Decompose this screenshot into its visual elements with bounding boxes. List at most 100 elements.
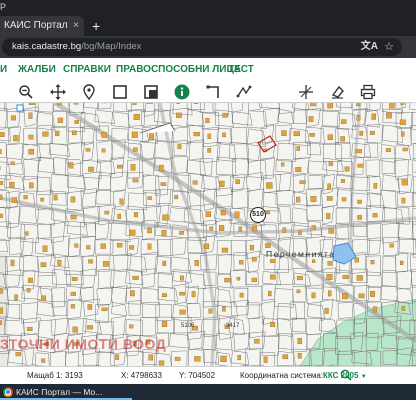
window-titlebar: P [0,0,416,14]
parcel-outline [396,270,413,290]
parcel-outline [65,351,80,366]
parcel-outline [36,301,55,317]
building-footprint [269,274,276,280]
building-footprint [174,194,179,200]
parcel-outline [214,288,232,308]
address-bar[interactable]: kais.cadastre.bg/bg/Map/Index 文A ☆ [2,38,402,56]
building-footprint [194,356,201,362]
pan-icon[interactable] [50,84,66,100]
eraser-icon[interactable] [329,84,345,100]
building-footprint [356,115,361,121]
building-footprint [68,162,74,169]
parcel-outline [231,126,248,145]
parcel-outline [127,351,144,366]
parcel-outline [306,204,323,221]
building-footprint [402,147,408,152]
parcel-outline [199,158,213,176]
cadastral-map[interactable]: 510 Перчемнията 5106 3417 ЗТОЧНИ ИМОТИ В… [0,103,416,366]
draw-line-icon[interactable] [236,84,252,100]
parcel-outline [111,302,128,317]
parcel-outline [155,304,172,322]
parcel-outline [366,271,382,288]
building-footprint [71,277,78,281]
building-footprint [40,262,47,268]
parcel-outline [50,351,67,366]
map-canvas[interactable] [0,103,416,366]
parcel-outline [111,111,130,128]
crs-label: Координатна система: [240,371,324,380]
building-footprint [236,276,241,281]
building-footprint [130,164,136,171]
building-footprint [133,212,139,218]
parcel-outline [141,268,156,288]
parcel-outline [277,205,292,223]
print-icon[interactable] [360,84,376,100]
bookmark-star-icon[interactable]: ☆ [384,38,394,56]
parcel-outline [274,256,289,273]
building-footprint [281,130,287,136]
building-footprint [101,131,107,138]
cut-icon[interactable] [298,84,314,100]
new-tab-button[interactable]: + [92,16,100,36]
building-footprint [103,261,109,267]
building-footprint [341,197,347,202]
building-footprint [293,131,300,137]
building-footprint [297,353,302,359]
building-footprint [219,180,225,187]
nav-item-references[interactable]: СПРАВКИ [63,58,111,82]
parcel-outline [337,302,354,319]
parcel-outline [411,112,416,130]
building-footprint [10,161,15,166]
x-label: X: [121,371,129,380]
building-footprint [342,293,349,300]
building-footprint [162,214,169,221]
close-tab-icon[interactable]: × [73,16,79,36]
location-pin-icon[interactable] [81,84,97,100]
building-footprint [239,260,244,265]
nav-item-truncated[interactable]: И [0,58,7,82]
nav-item-test[interactable]: ТЕСТ [228,58,254,82]
parcel-outline [259,141,276,161]
map-status-bar: Мащаб 1: 3193 X: 4798633 Y: 704502 Коорд… [0,366,416,385]
building-footprint [177,144,182,150]
map-marker[interactable] [16,104,24,112]
parcel-outline [157,272,174,289]
building-footprint [399,119,406,125]
translate-icon[interactable]: 文A [361,38,378,56]
os-taskbar: КАИС Портал — Мо... [0,384,416,400]
parcel-outline [82,255,97,276]
building-footprint [129,229,136,236]
browser-tab[interactable]: КАИС Портал × [0,16,84,36]
building-footprint [41,358,46,363]
info-icon[interactable] [174,84,190,100]
nav-item-licensed-persons[interactable]: ПРАВОСПОСОБНИ ЛИЦА [116,58,241,82]
zoom-out-icon[interactable] [18,84,34,100]
building-footprint [328,228,335,234]
parcel-outline [186,159,206,176]
building-footprint [208,308,213,314]
tab-title: КАИС Портал [4,20,68,31]
building-footprint [15,352,21,357]
select-rectangle-icon[interactable] [112,84,128,100]
parcel-outline [37,157,55,173]
building-footprint [265,243,271,248]
nav-item-complaints[interactable]: ЖАЛБИ [18,58,56,82]
building-footprint [131,131,138,138]
building-footprint [0,213,3,218]
building-footprint [372,213,378,218]
building-footprint [24,231,29,236]
parcel-outline [21,284,42,300]
building-footprint [148,354,153,361]
building-footprint [222,306,226,312]
parcel-outline [80,222,96,237]
building-footprint [295,167,302,173]
parcel-outline [217,254,232,275]
building-footprint [148,133,154,140]
measure-angle-icon[interactable] [205,84,221,100]
building-footprint [0,288,3,294]
parcel-outline [186,109,205,128]
building-footprint [74,243,79,248]
building-footprint [389,243,394,248]
select-area-icon[interactable] [143,84,159,100]
building-footprint [57,103,62,106]
